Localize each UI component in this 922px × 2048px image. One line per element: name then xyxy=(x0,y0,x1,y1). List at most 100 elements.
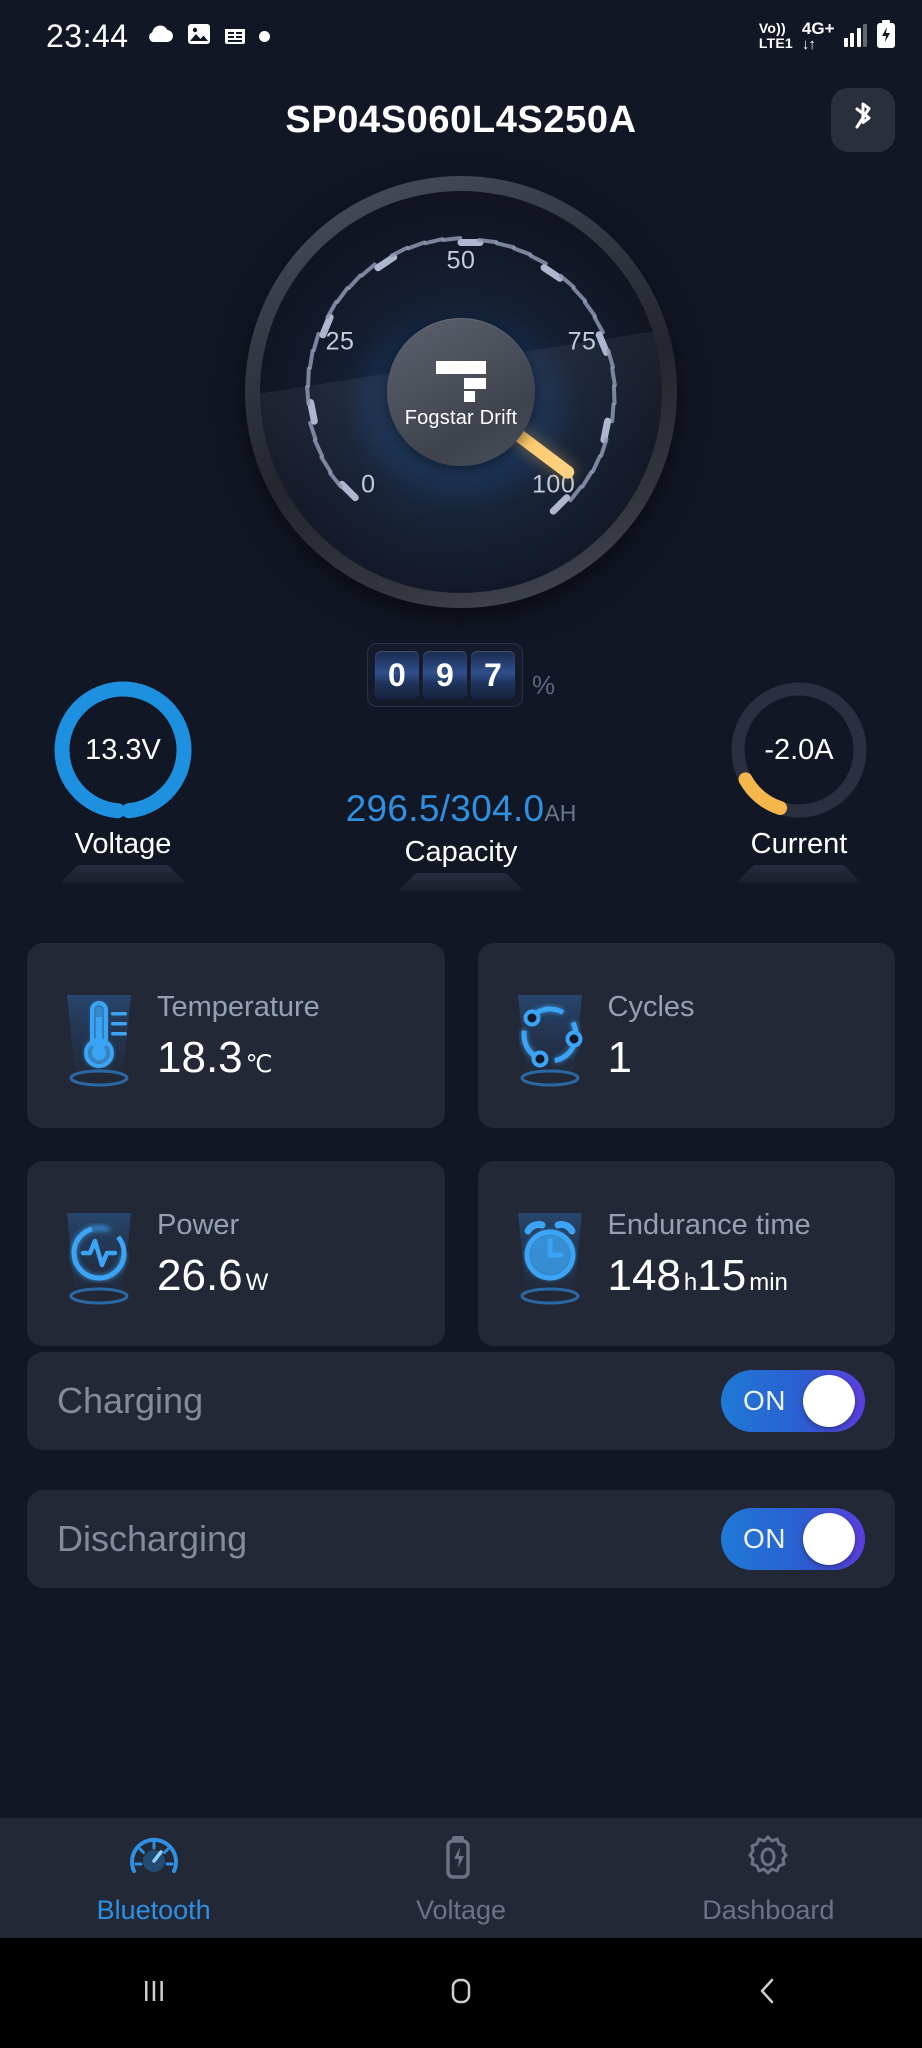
gauge-major-tick xyxy=(539,262,565,284)
capacity-label: Capacity xyxy=(404,836,518,868)
endurance-minutes-unit: min xyxy=(749,1269,788,1296)
capacity-unit: AH xyxy=(544,800,577,826)
charging-toggle[interactable]: ON xyxy=(721,1370,865,1432)
temperature-title: Temperature xyxy=(157,991,320,1023)
recents-icon xyxy=(137,1974,171,2013)
speedometer-icon xyxy=(128,1831,180,1888)
dot-icon xyxy=(258,30,270,42)
cycles-body: Cycles 1 xyxy=(604,991,878,1080)
voltage-label: Voltage xyxy=(74,828,172,860)
power-card[interactable]: Power 26.6 W xyxy=(27,1161,445,1346)
gauge-scale-label: 25 xyxy=(325,327,355,356)
cloud-icon xyxy=(145,23,175,50)
temperature-value-row: 18.3 ℃ xyxy=(157,1036,427,1080)
endurance-hours: 148 xyxy=(607,1251,681,1300)
current-ring: -2.0A xyxy=(727,678,871,822)
bluetooth-button[interactable] xyxy=(831,88,895,152)
status-system-icons: Vo)) LTE1 4G+ ↓↑ xyxy=(759,19,896,53)
recents-button[interactable] xyxy=(0,1974,307,2013)
discharging-toggle-state: ON xyxy=(743,1523,786,1554)
capacity-pedestal xyxy=(398,873,524,891)
charging-row[interactable]: Charging ON xyxy=(27,1352,895,1450)
endurance-hours-unit: h xyxy=(683,1269,698,1296)
thermometer-icon xyxy=(45,977,153,1095)
temperature-unit: ℃ xyxy=(245,1051,273,1078)
cycles-card[interactable]: Cycles 1 xyxy=(477,943,895,1128)
temperature-body: Temperature 18.3 ℃ xyxy=(153,991,427,1080)
power-value-row: 26.6 W xyxy=(157,1254,427,1298)
current-label: Current xyxy=(750,828,848,860)
endurance-card[interactable]: Endurance time 148 h 15 min xyxy=(477,1161,895,1346)
voltage-pedestal xyxy=(60,865,186,883)
nav-item-voltage[interactable]: Voltage xyxy=(307,1831,614,1926)
power-value: 26.6 xyxy=(157,1251,243,1300)
battery-charging-icon xyxy=(876,19,896,53)
discharging-toggle[interactable]: ON xyxy=(721,1508,865,1570)
voltage-ring: 13.3V xyxy=(51,678,195,822)
brand-name: Fogstar Drift xyxy=(404,406,518,429)
gear-icon xyxy=(742,1831,794,1888)
nav-item-bluetooth[interactable]: Bluetooth xyxy=(0,1831,307,1926)
cycles-icon xyxy=(496,977,604,1095)
gauge-scale-label: 0 xyxy=(361,470,376,499)
status-bar: 23:44 Vo)) LTE1 4G+ ↓↑ xyxy=(0,0,922,72)
gauge-scale-label: 75 xyxy=(567,327,597,356)
title-bar: SP04S060L4S250A xyxy=(0,72,922,168)
nav-item-dashboard[interactable]: Dashboard xyxy=(615,1831,922,1926)
discharging-row[interactable]: Discharging ON xyxy=(27,1490,895,1588)
temperature-card[interactable]: Temperature 18.3 ℃ xyxy=(27,943,445,1128)
charging-toggle-knob xyxy=(803,1375,855,1427)
bluetooth-icon xyxy=(850,100,876,141)
main-content: 0 25 50 75 100 Fogstar Drift 0 9 7 % 13.… xyxy=(0,168,922,1818)
status-time: 23:44 xyxy=(46,17,129,54)
power-title: Power xyxy=(157,1209,240,1241)
data-arrows-label: ↓↑ xyxy=(801,36,816,53)
nav-label-voltage: Voltage xyxy=(415,1894,507,1925)
voltage-value: 13.3V xyxy=(85,733,161,766)
photo-icon xyxy=(187,22,211,51)
signal-bars-icon xyxy=(843,24,867,47)
bottom-navigation: Bluetooth Voltage Dashboard xyxy=(0,1818,922,1938)
current-pedestal xyxy=(736,865,862,883)
gauge-face: 0 25 50 75 100 Fogstar Drift xyxy=(260,191,662,593)
power-pulse-icon xyxy=(45,1195,153,1313)
metrics-row: 13.3V Voltage 296.5/304.0AH Capacity -2.… xyxy=(0,678,922,891)
cycles-value: 1 xyxy=(607,1033,632,1082)
volte-indicator: Vo)) LTE1 xyxy=(759,21,793,51)
charging-toggle-state: ON xyxy=(743,1385,786,1416)
current-value: -2.0A xyxy=(764,733,834,766)
current-metric: -2.0A Current xyxy=(699,678,899,883)
discharging-toggle-knob xyxy=(803,1513,855,1565)
fogstar-logo-icon xyxy=(433,359,489,403)
charging-label: Charging xyxy=(57,1380,204,1421)
network-gen-label: 4G+ xyxy=(801,19,835,38)
cycles-title: Cycles xyxy=(607,991,695,1023)
nav-label-bluetooth: Bluetooth xyxy=(96,1894,211,1925)
nav-label-dashboard: Dashboard xyxy=(702,1894,835,1925)
home-button[interactable] xyxy=(307,1974,614,2013)
alarm-clock-icon xyxy=(496,1195,604,1313)
cycles-value-row: 1 xyxy=(608,1036,878,1080)
voltage-metric: 13.3V Voltage xyxy=(23,678,223,883)
status-notification-icons xyxy=(145,22,270,51)
back-button[interactable] xyxy=(615,1974,922,2013)
volte-bottom-label: LTE1 xyxy=(758,35,793,51)
phone-screen: 23:44 Vo)) LTE1 4G+ ↓↑ SP04S060L4S250A 0… xyxy=(0,0,922,2048)
battery-bolt-icon xyxy=(435,1831,487,1888)
endurance-body: Endurance time 148 h 15 min xyxy=(604,1209,878,1298)
gauge-hub: Fogstar Drift xyxy=(387,318,535,466)
endurance-title: Endurance time xyxy=(607,1209,811,1241)
capacity-readout: 296.5/304.0AH xyxy=(241,788,681,830)
network-indicator: 4G+ ↓↑ xyxy=(802,20,835,52)
capacity-metric: 296.5/304.0AH Capacity xyxy=(241,788,681,891)
calendar-icon xyxy=(223,22,247,51)
home-icon xyxy=(444,1974,478,2013)
temperature-value: 18.3 xyxy=(157,1033,243,1082)
back-icon xyxy=(751,1974,785,2013)
volte-top-label: Vo)) xyxy=(758,20,786,36)
metric-cards: Temperature 18.3 ℃ Cycles 1 Power 26.6 W… xyxy=(27,943,895,1346)
soc-gauge: 0 25 50 75 100 Fogstar Drift xyxy=(245,176,677,608)
power-unit: W xyxy=(245,1269,269,1296)
gauge-scale-label: 50 xyxy=(446,246,476,275)
endurance-minutes: 15 xyxy=(697,1251,747,1300)
